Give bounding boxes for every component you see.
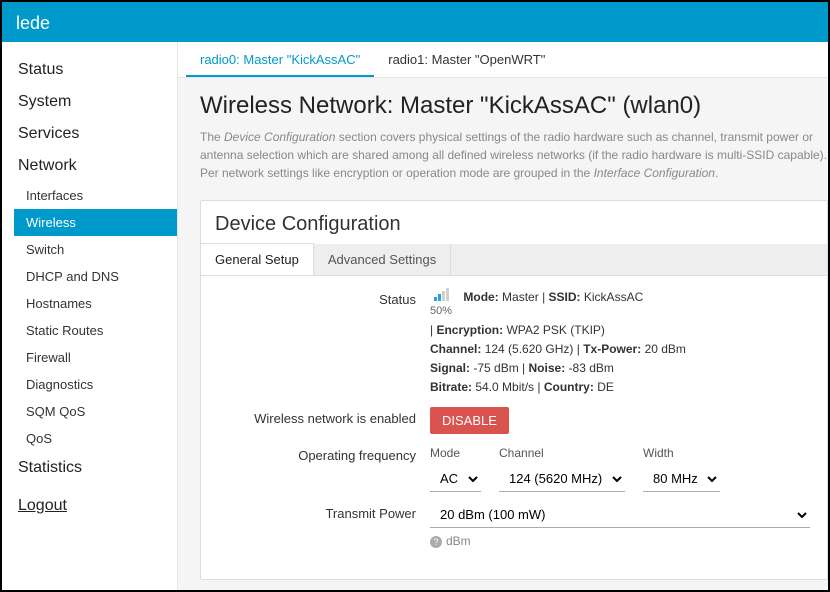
mode-header: Mode	[430, 444, 481, 463]
device-config-panel: Device Configuration General Setup Advan…	[200, 200, 828, 580]
page-title: Wireless Network: Master "KickAssAC" (wl…	[200, 92, 828, 120]
device-config-title: Device Configuration	[215, 213, 813, 236]
nav-interfaces[interactable]: Interfaces	[16, 182, 177, 209]
tab-radio1[interactable]: radio1: Master "OpenWRT"	[374, 42, 559, 77]
nav-dhcp-dns[interactable]: DHCP and DNS	[16, 263, 177, 290]
device-tab-advanced[interactable]: Advanced Settings	[314, 244, 451, 275]
radio-tabs: radio0: Master "KickAssAC" radio1: Maste…	[178, 42, 828, 78]
opfreq-label: Operating frequency	[215, 444, 430, 463]
device-tabs: General Setup Advanced Settings	[201, 244, 827, 276]
help-text: The Device Configuration section covers …	[200, 128, 828, 182]
mode-select[interactable]: AC	[430, 466, 481, 492]
status-row: Status 50% Mode: Master | SSID: KickAssA…	[215, 288, 813, 397]
nav-network-sub: Interfaces Wireless Switch DHCP and DNS …	[16, 182, 177, 452]
help-icon: ?	[430, 536, 442, 548]
signal-percent: 50%	[430, 303, 452, 321]
nav-static-routes[interactable]: Static Routes	[16, 317, 177, 344]
nav-system[interactable]: System	[16, 86, 177, 118]
enabled-label: Wireless network is enabled	[215, 407, 430, 426]
nav-wireless[interactable]: Wireless	[14, 209, 179, 236]
nav-switch[interactable]: Switch	[16, 236, 177, 263]
nav-qos[interactable]: QoS	[16, 425, 177, 452]
nav-statistics[interactable]: Statistics	[16, 452, 177, 484]
width-select[interactable]: 80 MHz	[643, 466, 720, 492]
txpower-select[interactable]: 20 dBm (100 mW)	[430, 502, 810, 528]
nav-sqm-qos[interactable]: SQM QoS	[16, 398, 177, 425]
signal-strength: 50%	[430, 288, 452, 321]
txpower-row: Transmit Power 20 dBm (100 mW) ?dBm	[215, 502, 813, 551]
channel-select[interactable]: 124 (5620 MHz)	[499, 466, 625, 492]
width-header: Width	[643, 444, 720, 463]
brand: lede	[16, 13, 50, 34]
status-details: Mode: Master | SSID: KickAssAC | Encrypt…	[430, 290, 686, 394]
txpower-label: Transmit Power	[215, 502, 430, 521]
nav-logout[interactable]: Logout	[16, 490, 177, 522]
tab-radio0[interactable]: radio0: Master "KickAssAC"	[186, 42, 374, 77]
channel-header: Channel	[499, 444, 625, 463]
opfreq-row: Operating frequency Mode AC Channel 124 …	[215, 444, 813, 491]
sidebar: Status System Services Network Interface…	[2, 42, 177, 590]
nav-network[interactable]: Network	[16, 150, 177, 182]
enabled-row: Wireless network is enabled DISABLE	[215, 407, 813, 434]
signal-bars-icon	[434, 288, 449, 301]
status-value: 50% Mode: Master | SSID: KickAssAC | Enc…	[430, 288, 813, 397]
content: Wireless Network: Master "KickAssAC" (wl…	[178, 78, 828, 590]
disable-button[interactable]: DISABLE	[430, 407, 509, 434]
txpower-hint: ?dBm	[430, 532, 813, 551]
device-tab-general[interactable]: General Setup	[201, 243, 314, 275]
nav-status[interactable]: Status	[16, 54, 177, 86]
nav-firewall[interactable]: Firewall	[16, 344, 177, 371]
nav-diagnostics[interactable]: Diagnostics	[16, 371, 177, 398]
main: radio0: Master "KickAssAC" radio1: Maste…	[177, 42, 828, 590]
nav-services[interactable]: Services	[16, 118, 177, 150]
top-bar: lede	[2, 2, 828, 42]
status-label: Status	[215, 288, 430, 307]
nav-hostnames[interactable]: Hostnames	[16, 290, 177, 317]
